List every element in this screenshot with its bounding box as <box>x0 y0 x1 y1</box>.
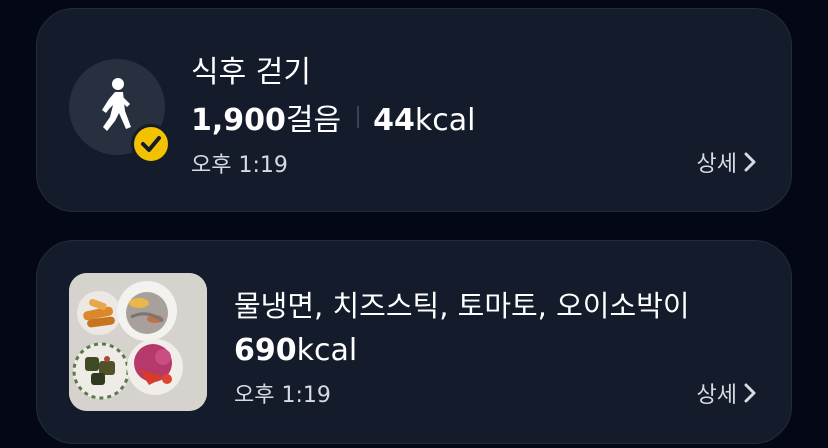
walk-metrics: 1,900 걸음 44 kcal <box>191 95 475 139</box>
detail-label: 상세 <box>696 383 737 408</box>
chevron-right-icon <box>744 152 756 172</box>
walk-kcal-unit: kcal <box>414 103 476 138</box>
steps-unit: 걸음 <box>285 103 342 138</box>
completed-badge <box>131 124 171 164</box>
walk-detail-link[interactable]: 상세 <box>697 146 757 178</box>
meal-metrics: 690 kcal <box>234 333 357 368</box>
meal-time: 오후 1:19 <box>234 383 331 408</box>
detail-label: 상세 <box>696 152 737 177</box>
walking-person-icon <box>102 78 131 131</box>
meal-title: 물냉면, 치즈스틱, 토마토, 오이소박이 <box>234 289 690 323</box>
chevron-right-icon <box>744 383 756 403</box>
check-icon <box>141 136 161 152</box>
meal-record-card[interactable]: 물냉면, 치즈스틱, 토마토, 오이소박이 690 kcal 오후 1:19 상… <box>36 240 792 444</box>
walk-time: 오후 1:19 <box>191 153 288 178</box>
walk-kcal-value: 44 <box>373 103 415 138</box>
meal-photo <box>69 273 207 411</box>
walk-record-card[interactable]: 식후 걷기 1,900 걸음 44 kcal 오후 1:19 상세 <box>36 8 792 212</box>
meal-detail-link[interactable]: 상세 <box>697 377 757 409</box>
meal-kcal-value: 690 <box>234 333 297 368</box>
meal-photo-illustration <box>69 273 207 411</box>
walking-avatar <box>69 59 171 164</box>
metric-divider <box>357 106 360 128</box>
activity-screen: 식후 걷기 1,900 걸음 44 kcal 오후 1:19 상세 물냉면, 치… <box>0 0 828 448</box>
steps-value: 1,900 <box>191 103 286 138</box>
meal-kcal-unit: kcal <box>296 333 358 368</box>
walk-title: 식후 걷기 <box>191 55 311 90</box>
